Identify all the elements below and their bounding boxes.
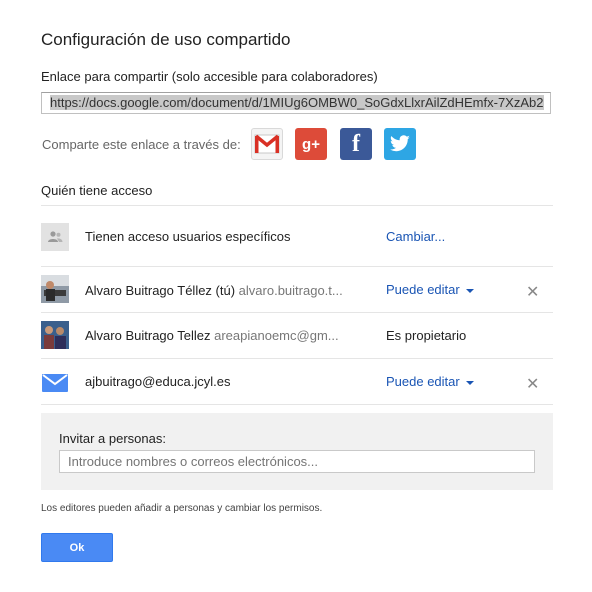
share-link-field[interactable]: https://docs.google.com/document/d/1MIUg… [41, 92, 551, 114]
gmail-icon[interactable] [251, 128, 283, 160]
permission-label: Puede editar [386, 282, 460, 297]
invite-label: Invitar a personas: [59, 431, 166, 446]
facebook-icon[interactable]: f [340, 128, 372, 160]
person-row-text: ajbuitrago@educa.jcyl.es [85, 374, 230, 389]
person-email: alvaro.buitrago.t... [238, 283, 343, 298]
invite-input[interactable] [59, 450, 535, 473]
owner-label: Es propietario [386, 328, 467, 343]
avatar [41, 275, 69, 303]
divider [41, 404, 553, 405]
avatar [41, 321, 69, 349]
person-name: Alvaro Buitrago Téllez (tú) [85, 283, 236, 298]
person-row-text: Alvaro Buitrago Téllez (tú) alvaro.buitr… [85, 283, 343, 298]
access-section-title: Quién tiene acceso [41, 183, 153, 198]
caret-down-icon [465, 380, 474, 385]
person-row-text: Alvaro Buitrago Tellez areapianoemc@gm..… [85, 328, 339, 343]
share-link-label: Enlace para compartir (solo accesible pa… [41, 69, 378, 84]
remove-icon[interactable]: ✕ [526, 282, 539, 302]
permissions-note: Los editores pueden añadir a personas y … [41, 503, 323, 514]
divider [41, 312, 553, 313]
change-visibility-link[interactable]: Cambiar... [386, 229, 445, 244]
person-name: ajbuitrago@educa.jcyl.es [85, 374, 231, 389]
permission-dropdown[interactable]: Puede editar [386, 374, 474, 389]
twitter-icon[interactable] [384, 128, 416, 160]
person-name: Alvaro Buitrago Tellez [85, 328, 211, 343]
divider [41, 266, 553, 267]
group-icon [41, 223, 69, 251]
share-via-label: Comparte este enlace a través de: [42, 137, 241, 152]
google-plus-icon[interactable]: g+ [295, 128, 327, 160]
caret-down-icon [465, 288, 474, 293]
ok-button[interactable]: Ok [41, 533, 113, 562]
dialog-title: Configuración de uso compartido [41, 30, 291, 49]
person-email: areapianoemc@gm... [214, 328, 339, 343]
share-link-value: https://docs.google.com/document/d/1MIUg… [50, 95, 544, 110]
divider [41, 205, 553, 206]
permission-label: Puede editar [386, 374, 460, 389]
permission-dropdown[interactable]: Puede editar [386, 282, 474, 297]
remove-icon[interactable]: ✕ [526, 374, 539, 394]
divider [41, 358, 553, 359]
visibility-text: Tienen acceso usuarios específicos [85, 229, 291, 244]
envelope-icon [41, 369, 69, 397]
